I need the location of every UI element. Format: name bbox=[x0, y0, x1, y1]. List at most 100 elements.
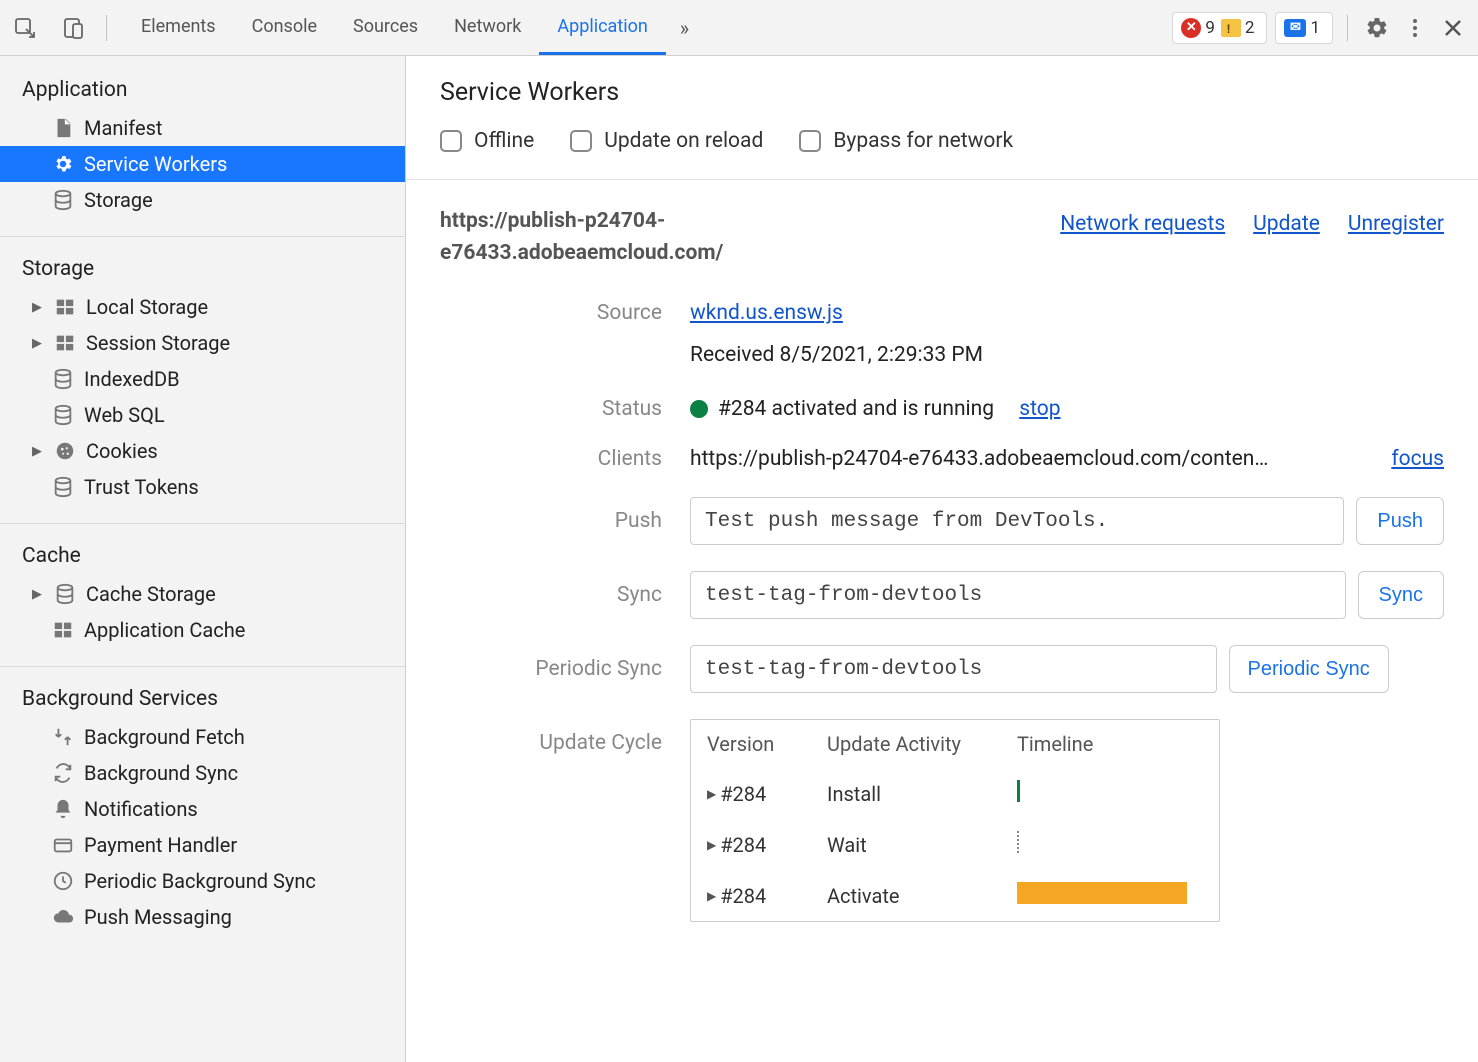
periodic-sync-button[interactable]: Periodic Sync bbox=[1229, 645, 1389, 693]
close-icon[interactable] bbox=[1438, 13, 1468, 43]
sync-icon bbox=[52, 762, 74, 784]
grid-icon bbox=[54, 296, 76, 318]
error-icon: ✕ bbox=[1181, 18, 1201, 38]
cloud-icon bbox=[52, 906, 74, 928]
cycle-row[interactable]: ▶ #284Activate bbox=[691, 870, 1219, 921]
tab-application[interactable]: Application bbox=[539, 0, 665, 55]
sidebar-item-web-sql[interactable]: Web SQL bbox=[0, 397, 405, 433]
col-version: Version bbox=[707, 732, 827, 756]
sidebar-item-label: Storage bbox=[84, 188, 153, 212]
settings-icon[interactable] bbox=[1362, 13, 1392, 43]
sidebar-item-label: Cache Storage bbox=[86, 582, 216, 606]
sidebar-item-manifest[interactable]: Manifest bbox=[0, 110, 405, 146]
source-received: Received 8/5/2021, 2:29:33 PM bbox=[690, 343, 1444, 367]
sidebar-item-label: Application Cache bbox=[84, 618, 245, 642]
bypass-label: Bypass for network bbox=[833, 129, 1013, 153]
sidebar-item-trust-tokens[interactable]: Trust Tokens bbox=[0, 469, 405, 505]
source-file-link[interactable]: wknd.us.ensw.js bbox=[690, 301, 843, 325]
service-worker-origin: https://publish-p24704-e76433.adobeaemcl… bbox=[440, 206, 870, 269]
cycle-timeline bbox=[1017, 780, 1203, 807]
sidebar-item-periodic-background-sync[interactable]: Periodic Background Sync bbox=[0, 863, 405, 899]
sidebar-item-cache-storage[interactable]: ▶ Cache Storage bbox=[0, 576, 405, 612]
sidebar-item-background-fetch[interactable]: Background Fetch bbox=[0, 719, 405, 755]
section-title: Cache bbox=[0, 534, 405, 576]
manifest-icon bbox=[52, 117, 74, 139]
section-title: Storage bbox=[0, 247, 405, 289]
sidebar-item-local-storage[interactable]: ▶Local Storage bbox=[0, 289, 405, 325]
cycle-row[interactable]: ▶ #284Wait bbox=[691, 819, 1219, 870]
periodic-sync-input[interactable] bbox=[690, 645, 1217, 693]
db-icon bbox=[52, 189, 74, 211]
tabs-overflow-icon[interactable]: » bbox=[666, 0, 703, 55]
clock-icon bbox=[52, 870, 74, 892]
expand-arrow-icon: ▶ bbox=[707, 838, 716, 852]
device-toggle-icon[interactable] bbox=[58, 13, 88, 43]
update-cycle-table: Version Update Activity Timeline ▶ #284I… bbox=[690, 719, 1220, 922]
main-panel: Service Workers Offline Update on reload… bbox=[406, 56, 1478, 1062]
more-icon[interactable] bbox=[1400, 13, 1430, 43]
sidebar-item-label: Manifest bbox=[84, 116, 162, 140]
message-count: 1 bbox=[1310, 18, 1320, 38]
sidebar-item-label: Cookies bbox=[86, 439, 158, 463]
sidebar-item-storage[interactable]: Storage bbox=[0, 182, 405, 218]
tab-network[interactable]: Network bbox=[436, 0, 539, 55]
sidebar-item-notifications[interactable]: Notifications bbox=[0, 791, 405, 827]
message-counts[interactable]: ✉ 1 bbox=[1275, 12, 1333, 44]
sidebar-item-payment-handler[interactable]: Payment Handler bbox=[0, 827, 405, 863]
tab-sources[interactable]: Sources bbox=[335, 0, 436, 55]
expand-arrow-icon: ▶ bbox=[707, 787, 716, 801]
cycle-version: ▶ #284 bbox=[707, 884, 827, 908]
db-icon bbox=[52, 476, 74, 498]
sidebar-item-session-storage[interactable]: ▶ Session Storage bbox=[0, 325, 405, 361]
sidebar-item-indexeddb[interactable]: IndexedDB bbox=[0, 361, 405, 397]
sidebar-item-background-sync[interactable]: Background Sync bbox=[0, 755, 405, 791]
sidebar-item-service-workers[interactable]: Service Workers bbox=[0, 146, 405, 182]
error-count: 9 bbox=[1205, 18, 1215, 38]
sync-label: Sync bbox=[440, 583, 690, 607]
unregister-link[interactable]: Unregister bbox=[1348, 212, 1444, 236]
tab-elements[interactable]: Elements bbox=[123, 0, 234, 55]
divider bbox=[106, 15, 107, 41]
stop-link[interactable]: stop bbox=[1019, 397, 1060, 421]
sidebar-item-application-cache[interactable]: Application Cache bbox=[0, 612, 405, 648]
sidebar-item-label: Service Workers bbox=[84, 152, 227, 176]
page-title: Service Workers bbox=[440, 78, 1444, 107]
focus-link[interactable]: focus bbox=[1391, 447, 1444, 471]
sidebar-item-label: Background Fetch bbox=[84, 725, 245, 749]
section-title: Background Services bbox=[0, 677, 405, 719]
message-icon: ✉ bbox=[1284, 19, 1306, 37]
expand-arrow-icon: ▶ bbox=[30, 587, 44, 602]
update-link[interactable]: Update bbox=[1253, 212, 1320, 236]
cookie-icon bbox=[54, 440, 76, 462]
offline-checkbox[interactable]: Offline bbox=[440, 129, 534, 153]
tab-strip: Elements Console Sources Network Applica… bbox=[123, 0, 703, 55]
sync-button[interactable]: Sync bbox=[1358, 571, 1444, 619]
push-button[interactable]: Push bbox=[1356, 497, 1444, 545]
col-timeline: Timeline bbox=[1017, 732, 1203, 756]
cycle-activity: Activate bbox=[827, 884, 1017, 908]
expand-arrow-icon: ▶ bbox=[30, 336, 44, 351]
sidebar-item-label: Web SQL bbox=[84, 403, 165, 427]
push-label: Push bbox=[440, 509, 690, 533]
cycle-row[interactable]: ▶ #284Install bbox=[691, 768, 1219, 819]
inspect-icon[interactable] bbox=[10, 13, 40, 43]
sidebar: ApplicationManifestService WorkersStorag… bbox=[0, 56, 406, 1062]
bypass-checkbox[interactable]: Bypass for network bbox=[799, 129, 1013, 153]
db-icon bbox=[52, 368, 74, 390]
warning-icon: ! bbox=[1221, 19, 1241, 37]
sidebar-item-label: Session Storage bbox=[86, 331, 230, 355]
sync-input[interactable] bbox=[690, 571, 1346, 619]
network-requests-link[interactable]: Network requests bbox=[1060, 212, 1225, 236]
sidebar-item-label: Background Sync bbox=[84, 761, 238, 785]
sidebar-item-push-messaging[interactable]: Push Messaging bbox=[0, 899, 405, 935]
issue-counts[interactable]: ✕ 9 ! 2 bbox=[1172, 12, 1267, 44]
expand-arrow-icon: ▶ bbox=[30, 300, 44, 315]
sidebar-item-cookies[interactable]: ▶ Cookies bbox=[0, 433, 405, 469]
sidebar-item-label: Periodic Background Sync bbox=[84, 869, 316, 893]
cycle-timeline bbox=[1017, 882, 1203, 909]
expand-arrow-icon: ▶ bbox=[30, 444, 44, 459]
push-input[interactable] bbox=[690, 497, 1344, 545]
update-on-reload-checkbox[interactable]: Update on reload bbox=[570, 129, 763, 153]
sidebar-item-label: Trust Tokens bbox=[84, 475, 199, 499]
tab-console[interactable]: Console bbox=[234, 0, 335, 55]
